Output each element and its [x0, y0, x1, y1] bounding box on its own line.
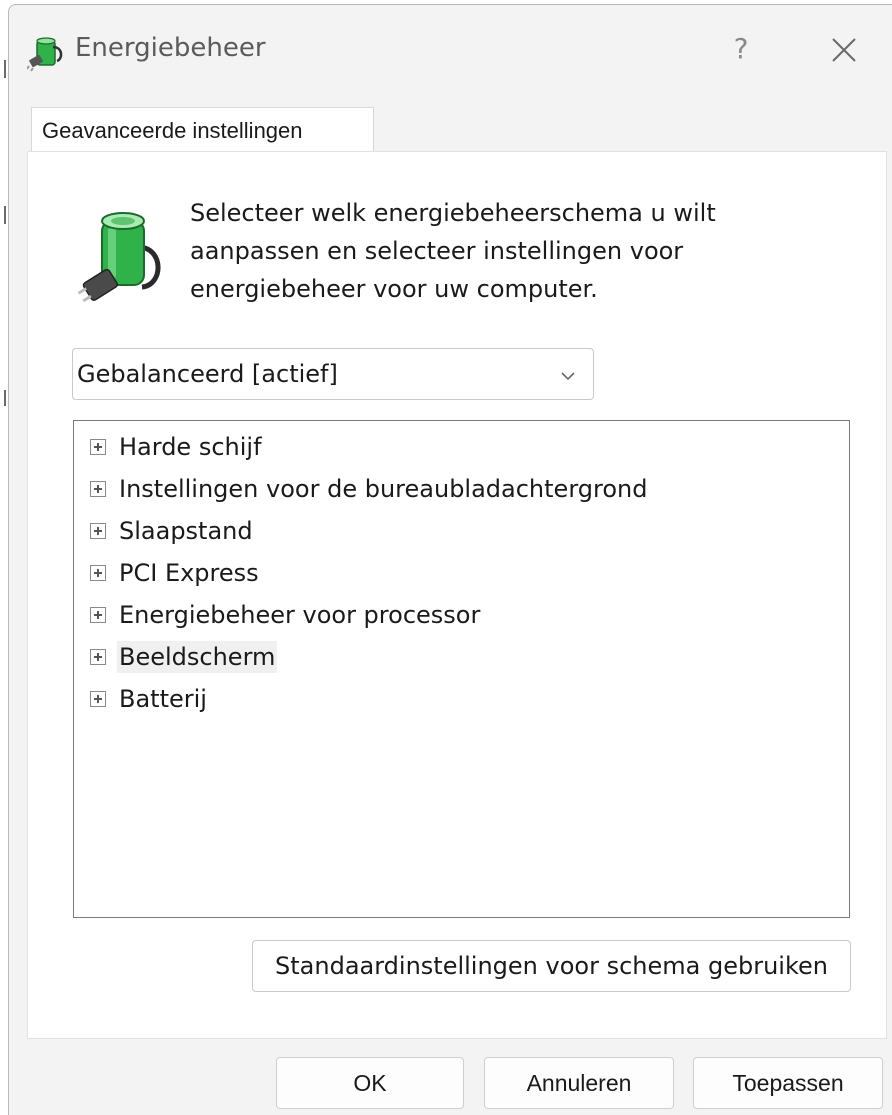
description-line: Selecteer welk energiebeheerschema u wil… [190, 199, 716, 227]
title-bar[interactable]: Energiebeheer ? [9, 5, 892, 93]
expand-plus-icon[interactable] [90, 565, 106, 581]
ok-button[interactable]: OK [276, 1057, 464, 1109]
power-options-dialog: Energiebeheer ? Geavanceerde instellinge… [8, 4, 892, 1115]
power-scheme-value: Gebalanceerd [actief] [77, 360, 338, 388]
expand-plus-icon[interactable] [90, 607, 106, 623]
description-line: energiebeheer voor uw computer. [190, 275, 598, 303]
expand-plus-icon[interactable] [90, 481, 106, 497]
settings-tree[interactable]: Harde schijf Instellingen voor de bureau… [73, 420, 850, 918]
tree-item-label: Harde schijf [119, 433, 262, 461]
description-text: Selecteer welk energiebeheerschema u wil… [190, 194, 790, 308]
apply-button[interactable]: Toepassen [693, 1057, 883, 1109]
edge-mark [4, 60, 6, 78]
settings-panel: Selecteer welk energiebeheerschema u wil… [27, 151, 887, 1039]
tree-item-pci-express[interactable]: PCI Express [90, 553, 261, 593]
window-title: Energiebeheer [75, 33, 266, 63]
chevron-down-icon [561, 372, 575, 381]
expand-plus-icon[interactable] [90, 691, 106, 707]
expand-plus-icon[interactable] [90, 523, 106, 539]
tree-item-slaapstand[interactable]: Slaapstand [90, 511, 255, 551]
tree-item-batterij[interactable]: Batterij [90, 679, 209, 719]
power-scheme-dropdown[interactable]: Gebalanceerd [actief] [72, 348, 594, 400]
edge-mark [4, 390, 6, 406]
expand-plus-icon[interactable] [90, 649, 106, 665]
tree-item-label: Instellingen voor de bureaubladachtergro… [119, 475, 648, 503]
tree-item-label: PCI Express [119, 559, 259, 587]
tree-item-label: Energiebeheer voor processor [119, 601, 481, 629]
tree-item-bureaubladachtergrond[interactable]: Instellingen voor de bureaubladachtergro… [90, 469, 649, 509]
description-line: aanpassen en selecteer instellingen voor [190, 237, 684, 265]
expand-plus-icon[interactable] [90, 439, 106, 455]
tree-item-harde-schijf[interactable]: Harde schijf [90, 427, 264, 467]
close-icon[interactable] [821, 27, 867, 73]
help-button[interactable]: ? [719, 27, 763, 71]
restore-defaults-button[interactable]: Standaardinstellingen voor schema gebrui… [252, 940, 851, 992]
background-window-edge [0, 0, 8, 1115]
power-options-icon [27, 37, 63, 72]
tab-advanced-settings[interactable]: Geavanceerde instellingen [31, 107, 374, 153]
tree-item-label: Slaapstand [119, 517, 253, 545]
tree-item-processor[interactable]: Energiebeheer voor processor [90, 595, 482, 635]
cancel-button[interactable]: Annuleren [484, 1057, 674, 1109]
battery-plug-icon [78, 212, 161, 303]
edge-mark [4, 206, 6, 224]
tree-item-label: Beeldscherm [117, 641, 278, 673]
tree-item-label: Batterij [119, 685, 207, 713]
tree-item-beeldscherm[interactable]: Beeldscherm [90, 637, 278, 677]
